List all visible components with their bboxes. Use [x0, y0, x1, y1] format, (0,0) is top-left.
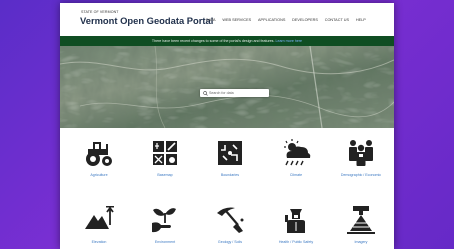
category-agriculture[interactable]: Agriculture — [74, 136, 124, 177]
state-label: STATE OF VERMONT — [81, 10, 119, 14]
tractor-icon — [86, 142, 112, 166]
category-label: Elevation — [91, 240, 107, 244]
category-demographic-economic[interactable]: Demographic / Economic — [336, 136, 386, 177]
officer-icon — [285, 209, 305, 233]
browser-page: STATE OF VERMONT Vermont Open Geodata Po… — [60, 3, 394, 249]
category-environment[interactable]: Environment — [140, 203, 190, 244]
category-label: Basemap — [157, 173, 173, 177]
category-grid: Agriculture Basemap Boundaries Climate D… — [60, 128, 394, 249]
category-label: Geology / Soils — [217, 240, 243, 244]
category-label: Demographic / Economic — [340, 173, 382, 177]
terrain-map — [60, 46, 394, 128]
boundaries-icon — [218, 141, 242, 165]
site-header: STATE OF VERMONT Vermont Open Geodata Po… — [60, 3, 394, 36]
plant-hands-icon — [152, 208, 176, 233]
hero-terrain-image: Search for data — [60, 46, 394, 128]
category-geology-soils[interactable]: Geology / Soils — [205, 203, 255, 244]
banner-link[interactable]: Learn more here — [275, 39, 302, 43]
nav-web-services[interactable]: WEB SERVICES — [222, 18, 251, 22]
search-input[interactable]: Search for data — [209, 89, 234, 97]
category-label: Climate — [289, 173, 303, 177]
category-label: Boundaries — [220, 173, 240, 177]
category-imagery[interactable]: Imagery — [336, 203, 386, 244]
search-icon — [203, 90, 208, 96]
category-basemap[interactable]: Basemap — [140, 136, 190, 177]
mountain-icon — [85, 206, 114, 229]
pickaxe-icon — [217, 207, 244, 233]
nav-help[interactable]: HELP — [356, 18, 366, 22]
category-climate[interactable]: Climate — [271, 136, 321, 177]
category-elevation[interactable]: Elevation — [74, 203, 124, 244]
notice-banner: There have been recent changes to some o… — [60, 36, 394, 46]
category-label: Imagery — [354, 240, 368, 244]
category-label: Health / Public Safety — [278, 240, 314, 244]
nav-data[interactable]: DATA — [206, 18, 216, 22]
basemap-icon — [153, 141, 177, 165]
main-nav: DATA WEB SERVICES APPLICATIONS DEVELOPER… — [206, 18, 373, 22]
category-label: Agriculture — [90, 173, 108, 177]
site-title[interactable]: Vermont Open Geodata Portal — [80, 15, 213, 26]
nav-contact-us[interactable]: CONTACT US — [325, 18, 349, 22]
people-icon — [349, 140, 373, 166]
nav-developers[interactable]: DEVELOPERS — [292, 18, 318, 22]
category-health-public-safety[interactable]: Health / Public Safety — [271, 203, 321, 244]
category-label: Environment — [154, 240, 176, 244]
cloud-rain-icon — [284, 139, 311, 166]
satellite-icon — [347, 206, 375, 234]
category-boundaries[interactable]: Boundaries — [205, 136, 255, 177]
nav-applications[interactable]: APPLICATIONS — [258, 18, 285, 22]
banner-text: There have been recent changes to some o… — [151, 39, 275, 43]
search-box[interactable]: Search for data — [200, 89, 269, 97]
